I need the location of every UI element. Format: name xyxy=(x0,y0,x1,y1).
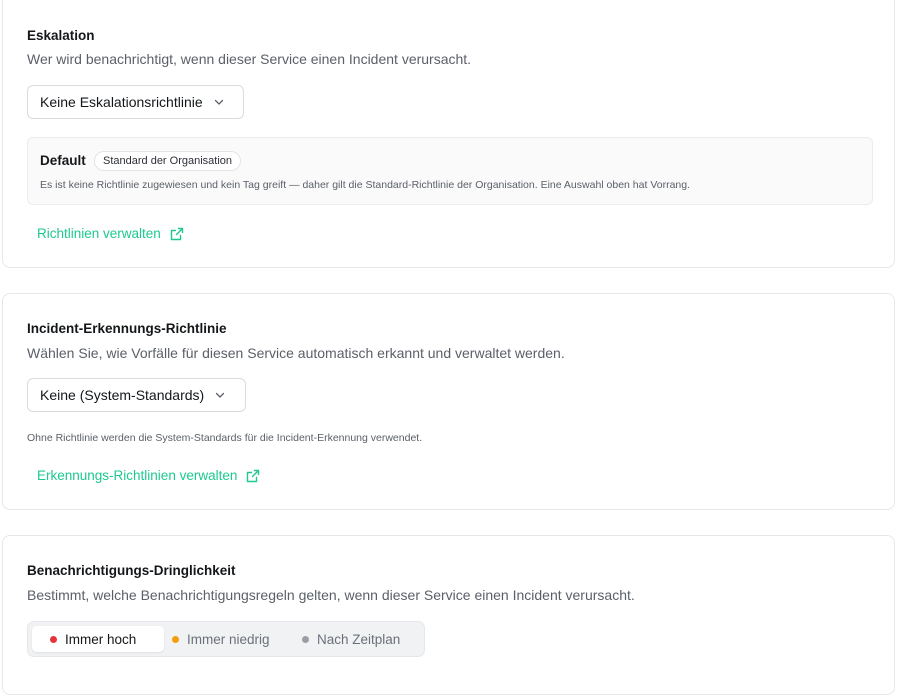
urgency-card: Benachrichtigungs-Dringlichkeit Bestimmt… xyxy=(2,535,895,695)
manage-detection-policies-link[interactable]: Erkennungs-Richtlinien verwalten xyxy=(37,468,260,483)
escalation-policy-select[interactable]: Keine Eskalationsrichtlinie xyxy=(27,85,244,119)
detection-subtitle: Wählen Sie, wie Vorfälle für diesen Serv… xyxy=(27,345,565,361)
chevron-down-icon xyxy=(214,389,226,401)
red-dot-icon xyxy=(50,635,57,643)
escalation-title: Eskalation xyxy=(27,28,95,43)
detection-helper-text: Ohne Richtlinie werden die System-Standa… xyxy=(27,432,423,444)
default-policy-description: Es ist keine Richtlinie zugewiesen und k… xyxy=(40,179,691,191)
gray-dot-icon xyxy=(302,635,309,643)
urgency-option-always-high[interactable]: Immer hoch xyxy=(32,626,164,652)
detection-policy-select[interactable]: Keine (System-Standards) xyxy=(27,378,246,412)
chevron-down-icon xyxy=(213,96,225,108)
escalation-card: Eskalation Wer wird benachrichtigt, wenn… xyxy=(2,0,895,268)
urgency-option-label: Immer niedrig xyxy=(187,631,270,647)
urgency-subtitle: Bestimmt, welche Benachrichtigungsregeln… xyxy=(27,587,635,603)
external-link-icon xyxy=(246,469,260,483)
default-label: Default xyxy=(40,153,86,168)
urgency-option-label: Immer hoch xyxy=(65,631,137,647)
orange-dot-icon xyxy=(172,635,179,643)
urgency-title: Benachrichtigungs-Dringlichkeit xyxy=(27,563,236,578)
urgency-segmented-control: Immer hoch Immer niedrig Nach Zeitplan xyxy=(27,621,425,657)
detection-card: Incident-Erkennungs-Richtlinie Wählen Si… xyxy=(2,293,895,510)
urgency-option-by-schedule[interactable]: Nach Zeitplan xyxy=(302,626,414,652)
urgency-option-label: Nach Zeitplan xyxy=(317,631,401,647)
manage-policies-link[interactable]: Richtlinien verwalten xyxy=(37,226,184,241)
external-link-icon xyxy=(170,227,184,241)
escalation-subtitle: Wer wird benachrichtigt, wenn dieser Ser… xyxy=(27,51,472,67)
detection-title: Incident-Erkennungs-Richtlinie xyxy=(27,321,227,336)
manage-detection-policies-link-label: Erkennungs-Richtlinien verwalten xyxy=(37,468,238,483)
escalation-policy-select-value: Keine Eskalationsrichtlinie xyxy=(40,94,203,110)
org-default-badge: Standard der Organisation xyxy=(94,151,242,171)
urgency-option-always-low[interactable]: Immer niedrig xyxy=(172,626,284,652)
detection-policy-select-value: Keine (System-Standards) xyxy=(40,387,205,403)
default-policy-box: Default Standard der Organisation Es ist… xyxy=(27,137,873,205)
manage-policies-link-label: Richtlinien verwalten xyxy=(37,226,161,241)
